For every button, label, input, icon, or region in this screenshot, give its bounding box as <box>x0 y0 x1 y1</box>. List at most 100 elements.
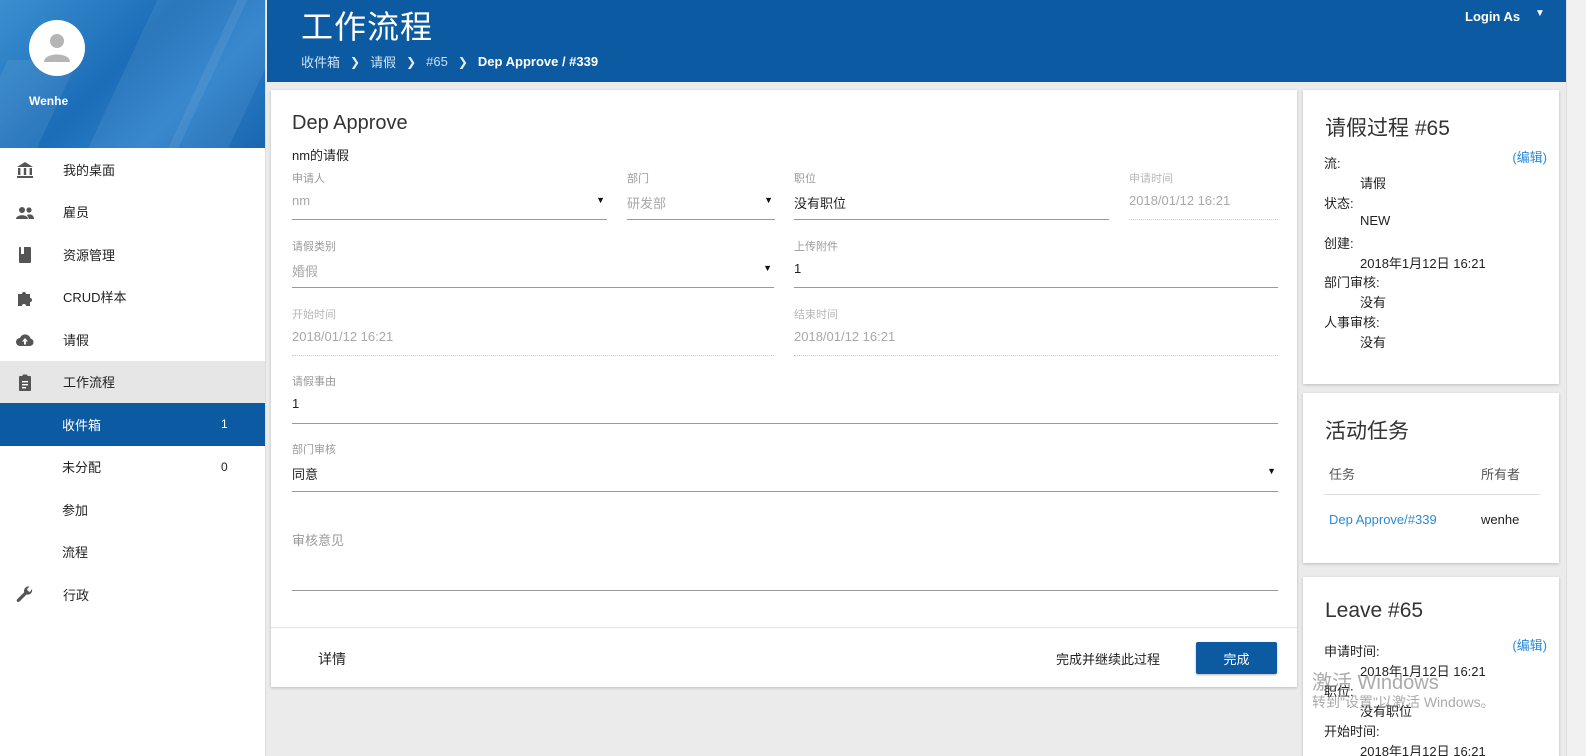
sidebar-item-employees[interactable]: 雇员 <box>0 191 265 234</box>
complete-and-continue-button[interactable]: 完成并继续此过程 <box>1056 649 1160 668</box>
chevron-right-icon: ❯ <box>350 54 361 69</box>
caret-down-icon: ▼ <box>763 263 772 273</box>
field-value: 研发部 <box>627 196 667 211</box>
process-key-hr-review: 人事审核: <box>1324 315 1380 330</box>
field-label: 职位 <box>794 173 816 185</box>
applicant-select[interactable]: 申请人 nm ▼ <box>292 170 607 221</box>
sidebar: Wenhe 我的桌面 雇员 资源管理 CRUD样本 请假 工作流程 收件箱 1 … <box>0 0 266 756</box>
process-key-status: 状态: <box>1324 196 1354 211</box>
dept-review-select[interactable]: 部门审核 同意 ▼ <box>292 441 1278 492</box>
edit-process-link[interactable]: (编辑) <box>1512 147 1547 166</box>
cloud-upload-icon <box>16 334 34 346</box>
form-footer-divider <box>271 627 1297 628</box>
breadcrumb-process[interactable]: #65 <box>426 54 448 69</box>
process-key-flow: 流: <box>1324 156 1341 171</box>
tasks-divider <box>1324 494 1540 495</box>
sidebar-item-participate[interactable]: 参加 <box>0 488 265 531</box>
reason-field[interactable]: 请假事由 1 <box>292 373 1278 424</box>
edit-leave-link[interactable]: (编辑) <box>1512 635 1547 654</box>
process-value-flow: 请假 <box>1360 176 1387 191</box>
leave-key-apply-time: 申请时间: <box>1324 644 1380 659</box>
nav-menu: 我的桌面 雇员 资源管理 CRUD样本 请假 工作流程 收件箱 1 未分配 0 … <box>0 148 265 616</box>
chevron-right-icon: ❯ <box>406 54 417 69</box>
sidebar-item-inbox[interactable]: 收件箱 1 <box>0 403 265 446</box>
tasks-column-owner: 所有者 <box>1481 467 1521 482</box>
process-info-card: 请假过程 #65 (编辑) 流: 请假 状态: NEW 创建: 2018年1月1… <box>1303 90 1559 384</box>
breadcrumb-leave[interactable]: 请假 <box>370 52 396 71</box>
caret-down-icon: ▼ <box>596 195 605 205</box>
sidebar-item-leave[interactable]: 请假 <box>0 318 265 361</box>
field-label: 请假类别 <box>292 241 336 253</box>
field-value: 1 <box>794 261 802 276</box>
task-form-card: Dep Approve nm的请假 申请人 nm ▼ 部门 研发部 ▼ 职位 没… <box>271 90 1297 687</box>
active-tasks-card: 活动任务 任务 所有者 Dep Approve/#339 wenhe <box>1303 393 1559 563</box>
field-value: 2018/01/12 16:21 <box>1129 193 1231 208</box>
caret-down-icon[interactable]: ▼ <box>1535 8 1545 19</box>
field-label: 申请时间 <box>1129 173 1173 185</box>
attachment-field[interactable]: 上传附件 1 <box>794 238 1278 289</box>
page-title: 工作流程 <box>301 9 434 45</box>
field-label: 结束时间 <box>794 309 838 321</box>
end-time-field: 结束时间 2018/01/12 16:21 <box>794 306 1278 357</box>
sidebar-item-label: 请假 <box>63 332 90 348</box>
top-header: 工作流程 收件箱 ❯ 请假 ❯ #65 ❯ Dep Approve / #339… <box>267 0 1566 82</box>
user-icon <box>44 34 70 62</box>
sidebar-item-processes[interactable]: 流程 <box>0 531 265 574</box>
avatar[interactable] <box>29 20 85 76</box>
field-label: 开始时间 <box>292 309 336 321</box>
puzzle-icon <box>18 291 32 306</box>
field-value: 2018/01/12 16:21 <box>292 329 394 344</box>
position-field[interactable]: 职位 没有职位 <box>794 170 1109 221</box>
bank-icon <box>17 162 33 178</box>
sidebar-item-admin[interactable]: 行政 <box>0 573 265 616</box>
department-select[interactable]: 部门 研发部 ▼ <box>627 170 775 221</box>
start-time-field: 开始时间 2018/01/12 16:21 <box>292 306 774 357</box>
sidebar-item-label: CRUD样本 <box>63 290 127 306</box>
wrench-icon <box>16 586 33 602</box>
leave-title: Leave #65 <box>1325 599 1424 622</box>
sidebar-item-resources[interactable]: 资源管理 <box>0 233 265 276</box>
sidebar-item-label: 收件箱 <box>62 417 102 433</box>
profile-header: Wenhe <box>0 0 265 148</box>
scrollbar[interactable] <box>1566 0 1586 756</box>
sidebar-item-workflow[interactable]: 工作流程 <box>0 360 265 403</box>
sidebar-item-label: 工作流程 <box>63 375 116 391</box>
complete-button[interactable]: 完成 <box>1196 642 1277 674</box>
review-comment-textarea[interactable]: 审核意见 <box>292 530 1278 592</box>
process-key-dept-review: 部门审核: <box>1324 275 1380 290</box>
detail-button[interactable]: 详情 <box>318 649 346 669</box>
task-link[interactable]: Dep Approve/#339 <box>1329 512 1437 527</box>
breadcrumb-current: Dep Approve / #339 <box>477 54 599 69</box>
process-value-status: NEW <box>1360 213 1391 228</box>
field-value: nm <box>292 193 311 208</box>
leave-type-select[interactable]: 请假类别 婚假 ▼ <box>292 238 774 289</box>
sidebar-item-label: 雇员 <box>63 205 90 221</box>
sidebar-item-label: 行政 <box>63 587 90 603</box>
breadcrumb-inbox[interactable]: 收件箱 <box>301 52 340 71</box>
field-value: 没有职位 <box>794 196 847 211</box>
sidebar-item-label: 未分配 <box>62 460 102 476</box>
sidebar-item-unassigned[interactable]: 未分配 0 <box>0 446 265 489</box>
field-label: 部门 <box>627 173 649 185</box>
windows-activation-watermark: 激活 Windows <box>1312 672 1439 694</box>
unassigned-count: 0 <box>221 459 228 474</box>
apply-time-field: 申请时间 2018/01/12 16:21 <box>1129 170 1278 221</box>
sidebar-item-label: 流程 <box>62 545 89 561</box>
caret-down-icon: ▼ <box>1267 466 1276 476</box>
login-as-menu[interactable]: Login As <box>1465 9 1520 24</box>
sidebar-item-desktop[interactable]: 我的桌面 <box>0 148 265 191</box>
sidebar-item-label: 参加 <box>62 502 89 518</box>
sidebar-item-crud[interactable]: CRUD样本 <box>0 276 265 319</box>
form-subtitle: nm的请假 <box>292 148 350 163</box>
task-owner: wenhe <box>1481 512 1520 527</box>
process-title: 请假过程 #65 <box>1325 117 1450 140</box>
people-icon <box>16 206 34 219</box>
field-label: 部门审核 <box>292 444 336 456</box>
form-title: Dep Approve <box>292 112 408 134</box>
caret-down-icon: ▼ <box>764 195 773 205</box>
field-label: 请假事由 <box>292 376 336 388</box>
leave-key-start-time: 开始时间: <box>1324 724 1380 739</box>
book-icon <box>19 247 31 263</box>
process-value-created: 2018年1月12日 16:21 <box>1360 256 1486 271</box>
inbox-count: 1 <box>221 417 228 432</box>
